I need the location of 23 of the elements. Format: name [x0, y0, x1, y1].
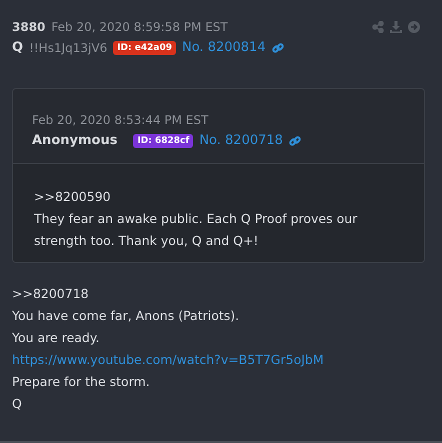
post-date: Feb 20, 2020 8:59:58 PM EST	[51, 20, 228, 34]
post-text-line: Prepare for the storm.	[12, 373, 151, 391]
post-text-line: You are ready.	[12, 329, 100, 347]
id-badge: ID: 6828cf	[133, 134, 194, 148]
download-icon[interactable]	[390, 20, 402, 32]
post-date: Feb 20, 2020 8:53:44 PM EST	[32, 112, 208, 126]
post-number-link[interactable]: No. 8200814	[182, 40, 266, 55]
share-icon[interactable]	[372, 20, 384, 32]
link-icon[interactable]	[272, 42, 284, 54]
tripcode: !!Hs1Jq13jV6	[29, 40, 108, 54]
link-icon[interactable]	[288, 134, 301, 146]
post-count: 3880	[12, 20, 46, 34]
post-text-line: They fear an awake public. Each Q Proof proves our strength too. Thank you, Q and Q+!	[34, 210, 358, 250]
post-number-link[interactable]: No. 8200718	[199, 133, 283, 148]
post-text-line: >>8200590	[34, 188, 112, 206]
poster-name: Q	[12, 40, 24, 55]
post-text-line: >>8200718	[12, 285, 90, 303]
post-text-line: Q	[12, 395, 23, 413]
poster-name: Anonymous	[32, 133, 118, 148]
post-text-line: You have come far, Anons (Patriots).	[12, 307, 240, 325]
video-link[interactable]: https://www.youtube.com/watch?v=B5T7Gr5oJbM	[12, 349, 430, 371]
id-badge: ID: e42a09	[113, 40, 176, 54]
arrow-right-icon[interactable]	[408, 20, 420, 32]
